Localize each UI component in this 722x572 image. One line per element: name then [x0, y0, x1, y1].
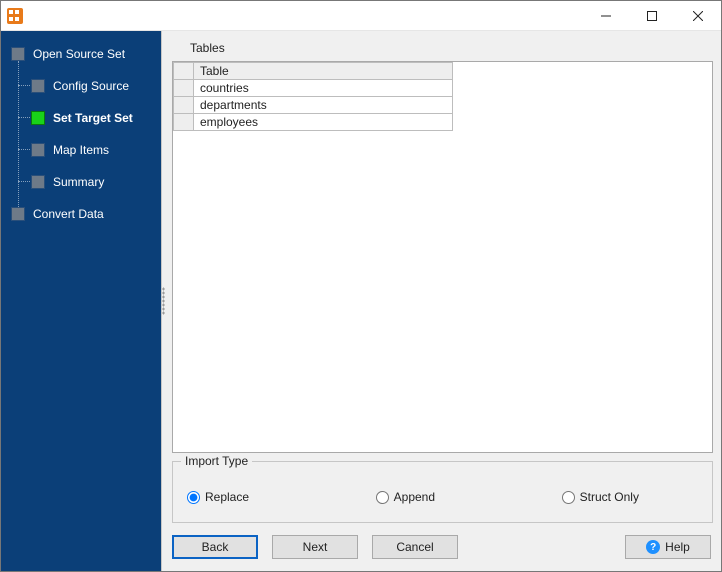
import-type-group: Import Type Replace Append Struct Only	[172, 461, 713, 523]
minimize-icon	[601, 11, 611, 21]
step-open-source-set[interactable]: Open Source Set	[1, 43, 161, 65]
radio-append[interactable]: Append	[376, 490, 435, 504]
back-button[interactable]: Back	[172, 535, 258, 559]
radio-append-input[interactable]	[376, 491, 389, 504]
radio-replace-input[interactable]	[187, 491, 200, 504]
step-marker-icon	[31, 175, 45, 189]
radio-struct-only[interactable]: Struct Only	[562, 490, 639, 504]
radio-label: Append	[394, 490, 435, 504]
maximize-button[interactable]	[629, 1, 675, 30]
table-row[interactable]: employees	[174, 114, 453, 131]
content-panel: Tables Table countries	[161, 31, 721, 571]
back-button-label: Back	[202, 540, 229, 554]
wizard-window: Open Source Set Config Source Set Target…	[0, 0, 722, 572]
import-type-label: Import Type	[181, 454, 252, 468]
step-marker-icon	[31, 111, 45, 125]
step-marker-icon	[31, 143, 45, 157]
step-tree: Open Source Set Config Source Set Target…	[1, 43, 161, 225]
radio-struct-only-input[interactable]	[562, 491, 575, 504]
wizard-button-row: Back Next Cancel ? Help	[162, 523, 721, 571]
step-marker-icon	[11, 207, 25, 221]
next-button-label: Next	[303, 540, 328, 554]
titlebar	[1, 1, 721, 31]
minimize-button[interactable]	[583, 1, 629, 30]
table-cell[interactable]: departments	[194, 97, 453, 114]
step-marker-icon	[31, 79, 45, 93]
close-icon	[693, 11, 703, 21]
step-convert-data[interactable]: Convert Data	[1, 203, 161, 225]
help-button[interactable]: ? Help	[625, 535, 711, 559]
row-header[interactable]	[174, 97, 194, 114]
row-header[interactable]	[174, 80, 194, 97]
splitter-handle[interactable]	[162, 31, 166, 571]
next-button[interactable]: Next	[272, 535, 358, 559]
window-body: Open Source Set Config Source Set Target…	[1, 31, 721, 571]
step-summary[interactable]: Summary	[1, 171, 161, 193]
step-marker-icon	[11, 47, 25, 61]
step-set-target-set[interactable]: Set Target Set	[1, 107, 161, 129]
radio-replace[interactable]: Replace	[187, 490, 249, 504]
step-label: Summary	[53, 175, 104, 189]
table-row[interactable]: departments	[174, 97, 453, 114]
cancel-button-label: Cancel	[396, 540, 433, 554]
table-cell[interactable]: employees	[194, 114, 453, 131]
radio-label: Replace	[205, 490, 249, 504]
step-config-source[interactable]: Config Source	[1, 75, 161, 97]
table-row[interactable]: countries	[174, 80, 453, 97]
tables-grid[interactable]: Table countries departments employe	[173, 62, 453, 131]
help-icon: ?	[646, 540, 660, 554]
table-cell[interactable]: countries	[194, 80, 453, 97]
tables-grid-panel: Table countries departments employe	[172, 61, 713, 453]
close-button[interactable]	[675, 1, 721, 30]
row-header[interactable]	[174, 114, 194, 131]
step-label: Open Source Set	[33, 47, 125, 61]
maximize-icon	[647, 11, 657, 21]
cancel-button[interactable]: Cancel	[372, 535, 458, 559]
step-map-items[interactable]: Map Items	[1, 139, 161, 161]
radio-label: Struct Only	[580, 490, 639, 504]
help-button-label: Help	[665, 540, 690, 554]
column-header-table[interactable]: Table	[194, 63, 453, 80]
grid-corner[interactable]	[174, 63, 194, 80]
tables-section-label: Tables	[172, 37, 713, 61]
wizard-sidebar: Open Source Set Config Source Set Target…	[1, 31, 161, 571]
step-label: Map Items	[53, 143, 109, 157]
step-label: Set Target Set	[53, 111, 133, 125]
step-label: Convert Data	[33, 207, 104, 221]
step-label: Config Source	[53, 79, 129, 93]
app-icon	[7, 8, 23, 24]
